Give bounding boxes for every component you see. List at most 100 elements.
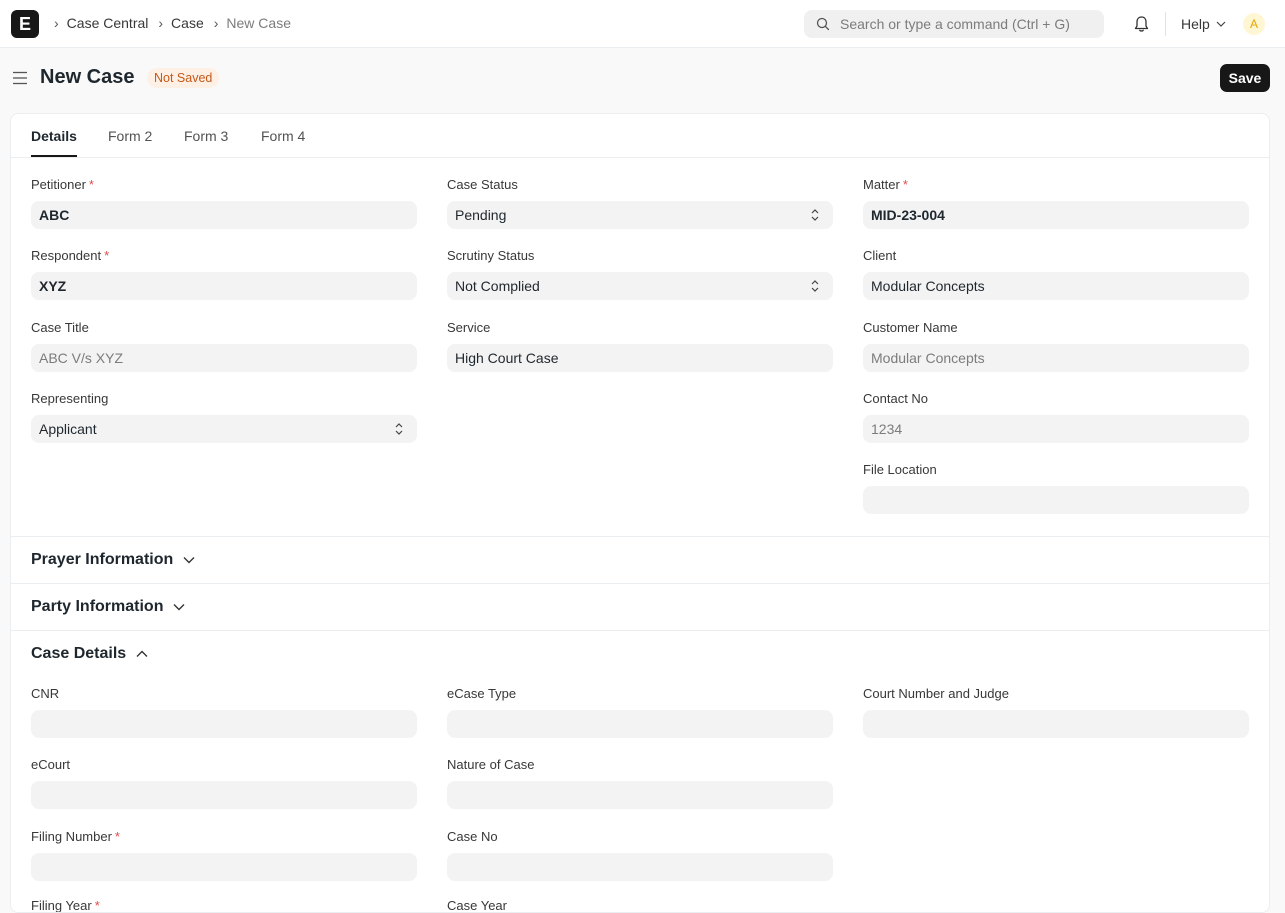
tab-details[interactable]: Details <box>31 128 77 144</box>
ecase-type-label: eCase Type <box>447 686 517 701</box>
scrutiny-status-label: Scrutiny Status <box>447 248 535 263</box>
case-no-label: Case No <box>447 829 498 844</box>
app-logo[interactable]: E <box>11 10 39 38</box>
sidebar-toggle-icon[interactable] <box>13 71 27 85</box>
cnr-field: CNR <box>31 686 417 738</box>
client-field: Client Modular Concepts <box>863 248 1249 300</box>
prayer-information-toggle[interactable]: Prayer Information <box>31 551 195 569</box>
search-input[interactable] <box>840 16 1100 32</box>
petitioner-input[interactable]: ABC <box>31 201 417 229</box>
respondent-label: Respondent <box>31 248 102 263</box>
scrutiny-status-value: Not Complied <box>455 278 540 294</box>
file-location-field: File Location <box>863 462 1249 514</box>
tab-form-4[interactable]: Form 4 <box>261 128 305 144</box>
help-dropdown[interactable]: Help <box>1181 16 1226 32</box>
nature-of-case-input[interactable] <box>447 781 833 809</box>
page-header: New Case Not Saved Save <box>0 48 1285 110</box>
cnr-label: CNR <box>31 686 60 701</box>
case-status-field: Case Status Pending <box>447 177 833 229</box>
form-card: Details Form 2 Form 3 Form 4 Petitioner *… <box>10 113 1270 913</box>
representing-field: Representing Applicant <box>31 391 417 443</box>
bell-icon[interactable] <box>1133 15 1150 33</box>
navbar: E › Case Central › Case › New Case Help … <box>0 0 1285 48</box>
navbar-divider <box>1165 12 1166 36</box>
case-status-value: Pending <box>455 207 507 223</box>
contact-no-label: Contact No <box>863 391 929 406</box>
service-input[interactable]: High Court Case <box>447 344 833 372</box>
representing-value: Applicant <box>39 421 97 437</box>
contact-no-input[interactable]: 1234 <box>863 415 1249 443</box>
filing-number-field: Filing Number * <box>31 829 417 881</box>
service-label: Service <box>447 320 491 335</box>
case-details-title: Case Details <box>31 645 127 662</box>
search-icon <box>816 17 830 31</box>
representing-label: Representing <box>31 391 109 406</box>
cnr-input[interactable] <box>31 710 417 738</box>
party-information-title: Party Information <box>31 598 164 615</box>
required-marker: * <box>114 829 120 844</box>
respondent-input[interactable]: XYZ <box>31 272 417 300</box>
case-title-input[interactable]: ABC V/s XYZ <box>31 344 417 372</box>
file-location-input[interactable] <box>863 486 1249 514</box>
chevron-up-icon <box>136 650 148 657</box>
scrutiny-status-select[interactable]: Not Complied <box>447 272 833 300</box>
filing-number-label: Filing Number <box>31 829 112 844</box>
required-marker: * <box>88 177 94 192</box>
party-information-section: Party Information <box>11 583 1269 630</box>
case-year-label: Case Year <box>447 898 507 913</box>
form-tabs: Details Form 2 Form 3 Form 4 <box>11 114 1269 158</box>
active-tab-indicator <box>31 155 77 157</box>
breadcrumb-new-case[interactable]: New Case <box>226 15 291 31</box>
case-status-label: Case Status <box>447 177 518 192</box>
ecase-type-field: eCase Type <box>447 686 833 738</box>
nature-of-case-field: Nature of Case <box>447 757 833 809</box>
breadcrumb: › Case Central › Case › New Case <box>52 15 291 31</box>
chevron-right-icon: › <box>54 15 59 31</box>
page-title: New Case <box>40 66 135 88</box>
matter-input[interactable]: MID-23-004 <box>863 201 1249 229</box>
case-no-input[interactable] <box>447 853 833 881</box>
chevron-right-icon: › <box>158 15 164 31</box>
ecourt-label: eCourt <box>31 757 71 772</box>
status-badge: Not Saved <box>147 68 220 88</box>
select-arrows-icon <box>811 280 819 292</box>
ecourt-field: eCourt <box>31 757 417 809</box>
required-marker: * <box>902 177 908 192</box>
representing-select[interactable]: Applicant <box>31 415 417 443</box>
case-details-toggle[interactable]: Case Details <box>31 645 148 663</box>
matter-label: Matter <box>863 177 900 192</box>
save-button[interactable]: Save <box>1220 64 1270 92</box>
filing-year-label: Filing Year <box>31 898 92 913</box>
prayer-information-section: Prayer Information <box>11 536 1269 583</box>
case-no-field: Case No <box>447 829 833 881</box>
customer-name-field: Customer Name Modular Concepts <box>863 320 1249 372</box>
help-label: Help <box>1181 16 1210 32</box>
customer-name-label: Customer Name <box>863 320 958 335</box>
breadcrumb-case-central[interactable]: Case Central <box>67 15 149 31</box>
search-bar[interactable] <box>804 10 1104 38</box>
required-marker: * <box>104 248 110 263</box>
customer-name-input[interactable]: Modular Concepts <box>863 344 1249 372</box>
chevron-down-icon <box>183 557 195 564</box>
court-number-input[interactable] <box>863 710 1249 738</box>
chevron-down-icon <box>173 604 185 611</box>
client-label: Client <box>863 248 897 263</box>
chevron-down-icon <box>1216 21 1226 27</box>
tab-form-3[interactable]: Form 3 <box>184 128 228 144</box>
select-arrows-icon <box>395 423 403 435</box>
party-information-toggle[interactable]: Party Information <box>31 598 185 616</box>
breadcrumb-case[interactable]: Case <box>171 15 204 31</box>
prayer-information-title: Prayer Information <box>31 551 174 568</box>
ecourt-input[interactable] <box>31 781 417 809</box>
service-field: Service High Court Case <box>447 320 833 372</box>
filing-number-input[interactable] <box>31 853 417 881</box>
case-status-select[interactable]: Pending <box>447 201 833 229</box>
avatar[interactable]: A <box>1243 13 1265 35</box>
case-title-field: Case Title ABC V/s XYZ <box>31 320 417 372</box>
tab-form-2[interactable]: Form 2 <box>108 128 152 144</box>
scrutiny-status-field: Scrutiny Status Not Complied <box>447 248 833 300</box>
court-number-label: Court Number and Judge <box>863 686 1009 701</box>
client-input[interactable]: Modular Concepts <box>863 272 1249 300</box>
ecase-type-input[interactable] <box>447 710 833 738</box>
case-year-field: Case Year <box>447 898 833 913</box>
